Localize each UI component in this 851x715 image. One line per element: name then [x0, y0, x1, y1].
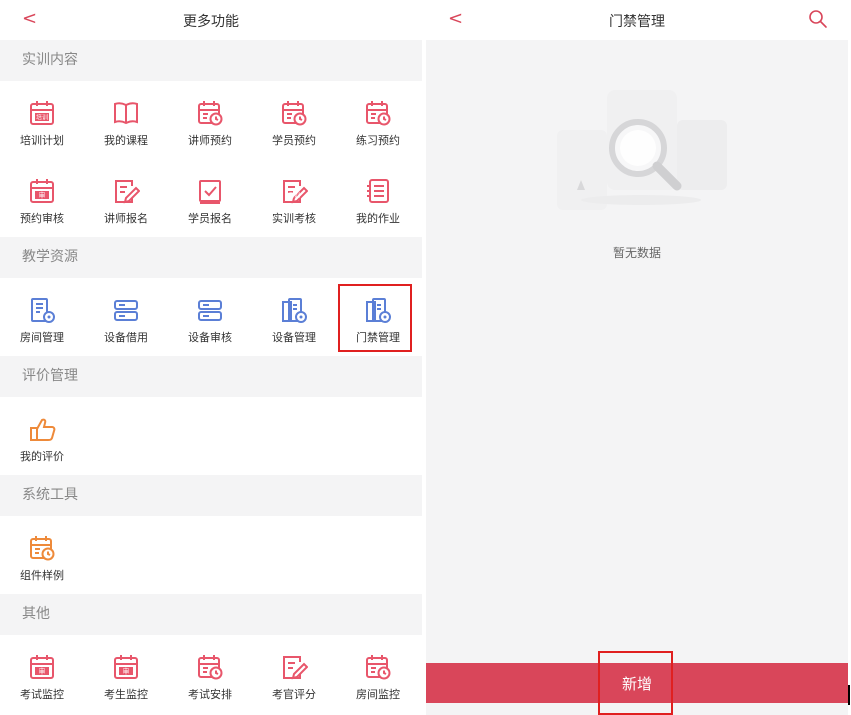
function-label: 考试安排 — [188, 688, 232, 701]
list-document-icon — [364, 177, 392, 205]
function-label: 培训计划 — [20, 134, 64, 147]
function-label: 设备借用 — [104, 331, 148, 344]
function-item[interactable]: 我的作业 — [336, 159, 420, 237]
empty-text: 暂无数据 — [612, 246, 661, 260]
function-sections: 实训内容 培训 培训计划 我的课程 讲师预约 学员预约 练习预约审预约审核 讲师报名 学员报名实… — [0, 40, 422, 713]
calendar-clock-icon — [28, 534, 56, 562]
function-grid: 房间管理 设备借用 设备审核 设备管理 门禁管理 — [0, 278, 422, 356]
function-label: 讲师预约 — [188, 134, 232, 147]
function-item[interactable]: 练习预约 — [336, 81, 420, 159]
function-label: 房间监控 — [356, 688, 400, 701]
server-icon — [196, 296, 224, 324]
function-label: 考官评分 — [272, 688, 316, 701]
function-item[interactable]: 考试安排 — [168, 635, 252, 713]
svg-text:实训: 实训 — [288, 192, 300, 200]
section-title: 教学资源 — [0, 237, 422, 278]
section-title: 实训内容 — [0, 40, 422, 81]
page-title: 门禁管理 — [609, 14, 665, 30]
function-item[interactable]: 审预约审核 — [0, 159, 84, 237]
function-item[interactable]: 门禁管理 — [336, 278, 420, 356]
function-item[interactable]: 设备审核 — [168, 278, 252, 356]
function-item[interactable]: 设备借用 — [84, 278, 168, 356]
function-grid: 我的评价 — [0, 397, 422, 475]
edit-document-icon: 实训 — [280, 177, 309, 205]
function-grid: 审考试监控审考生监控 考试安排 考官评分 房间监控 — [0, 635, 422, 713]
function-item[interactable]: 设备管理 — [252, 278, 336, 356]
more-functions-screen: < 更多功能 实训内容 培训 培训计划 我的课程 讲师预约 学员预约 练习预约审预约审核 讲师… — [0, 0, 422, 715]
door-gear-icon — [280, 296, 308, 324]
function-label: 组件样例 — [20, 569, 64, 582]
function-item[interactable]: 讲师预约 — [168, 81, 252, 159]
calendar-approve-icon: 审 — [28, 653, 56, 681]
function-item[interactable]: 实训 实训考核 — [252, 159, 336, 237]
add-button[interactable]: 新增 — [426, 651, 848, 715]
edit-document-icon — [280, 653, 309, 681]
function-label: 学员报名 — [188, 212, 232, 225]
header: < 门禁管理 — [426, 0, 848, 40]
thumbs-up-icon — [28, 415, 56, 443]
calendar-clock-icon — [280, 99, 308, 127]
function-label: 讲师报名 — [104, 212, 148, 225]
server-icon — [112, 296, 140, 324]
section-title: 评价管理 — [0, 356, 422, 397]
header: < 更多功能 — [0, 0, 422, 40]
function-item[interactable]: 我的课程 — [84, 81, 168, 159]
svg-text:审: 审 — [123, 667, 130, 676]
function-label: 考生监控 — [104, 688, 148, 701]
building-gear-icon — [28, 296, 56, 324]
calendar-clock-icon — [196, 99, 224, 127]
page-title: 更多功能 — [183, 14, 239, 30]
function-label: 门禁管理 — [356, 331, 400, 344]
function-label: 设备管理 — [272, 331, 316, 344]
calendar-clock-icon — [364, 653, 392, 681]
function-item[interactable]: 审考试监控 — [0, 635, 84, 713]
section-title: 其他 — [0, 594, 422, 635]
svg-text:审: 审 — [39, 667, 46, 676]
function-label: 我的评价 — [20, 450, 64, 463]
function-label: 练习预约 — [356, 134, 400, 147]
function-label: 学员预约 — [272, 134, 316, 147]
add-button-label: 新增 — [621, 674, 652, 693]
function-item[interactable]: 学员报名 — [168, 159, 252, 237]
function-label: 设备审核 — [188, 331, 232, 344]
function-label: 我的课程 — [104, 134, 148, 147]
function-item[interactable]: 培训 培训计划 — [0, 81, 84, 159]
door-gear-icon — [364, 296, 392, 324]
check-box-icon — [196, 177, 224, 205]
function-label: 我的作业 — [356, 212, 400, 225]
function-item[interactable]: 组件样例 — [0, 516, 84, 594]
edit-document-icon — [112, 177, 141, 205]
function-label: 实训考核 — [272, 212, 316, 225]
svg-text:审: 审 — [39, 191, 46, 200]
function-label: 房间管理 — [20, 331, 64, 344]
calendar-clock-icon — [196, 653, 224, 681]
function-item[interactable]: 学员预约 — [252, 81, 336, 159]
function-label: 考试监控 — [20, 688, 64, 701]
function-item[interactable]: 房间监控 — [336, 635, 420, 713]
calendar-approve-icon: 审 — [112, 653, 140, 681]
function-item[interactable]: 讲师报名 — [84, 159, 168, 237]
training-plan-icon: 培训 — [28, 99, 56, 127]
empty-state: 暂无数据 — [426, 80, 848, 261]
book-icon — [112, 99, 140, 127]
function-item[interactable]: 审考生监控 — [84, 635, 168, 713]
function-item[interactable]: 房间管理 — [0, 278, 84, 356]
function-label: 预约审核 — [20, 212, 64, 225]
calendar-approve-icon: 审 — [28, 177, 56, 205]
function-item[interactable]: 我的评价 — [0, 397, 84, 475]
calendar-clock-icon — [364, 99, 392, 127]
function-item[interactable]: 考官评分 — [252, 635, 336, 713]
empty-magnifier-icon — [557, 90, 727, 210]
window-edge — [848, 685, 850, 705]
svg-text:培训: 培训 — [36, 114, 48, 122]
search-icon[interactable] — [808, 9, 828, 33]
function-grid: 培训 培训计划 我的课程 讲师预约 学员预约 练习预约审预约审核 讲师报名 学员报名 实训 实训考… — [0, 81, 422, 237]
access-control-screen: < 门禁管理 暂无数据 新增 — [426, 0, 848, 715]
section-title: 系统工具 — [0, 475, 422, 516]
function-grid: 组件样例 — [0, 516, 422, 594]
